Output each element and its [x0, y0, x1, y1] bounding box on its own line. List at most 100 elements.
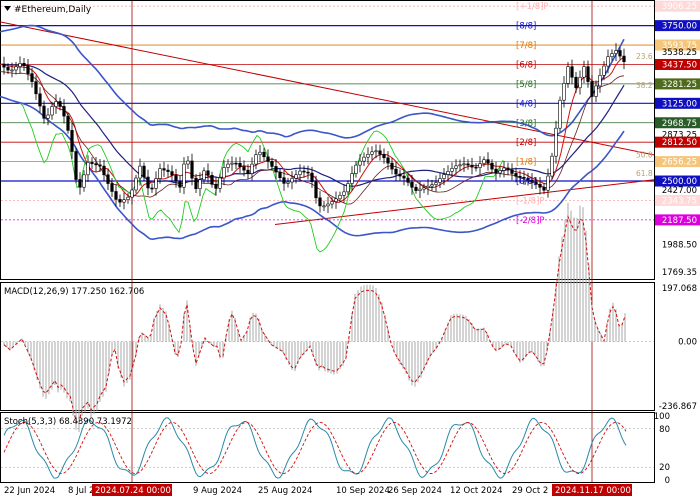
candle-body: [378, 150, 382, 155]
candle-body: [442, 174, 446, 179]
candle-body: [226, 163, 230, 168]
candle-body: [114, 191, 118, 200]
candle-body: [342, 191, 346, 196]
price-axis-label: 2427.00: [662, 186, 697, 196]
candle-body: [370, 151, 374, 155]
candle-body: [238, 162, 242, 167]
candle-body: [358, 160, 362, 166]
candle-body: [118, 199, 122, 203]
time-axis-label: 22 Jun 2024: [4, 486, 55, 496]
candle-body: [314, 181, 318, 199]
time-cursor-label: 2024.07.24 00:00: [95, 486, 171, 496]
murrey-level-label: [-1/8]P: [516, 196, 545, 206]
candle-body: [462, 163, 466, 166]
candle-body: [126, 196, 130, 200]
time-axis-label: 8 Jul 2: [68, 486, 94, 496]
candle-body: [110, 183, 114, 192]
candle-body: [258, 151, 262, 155]
candle-body: [158, 168, 162, 179]
candle-body: [354, 164, 358, 174]
candle-body: [18, 63, 22, 67]
candle-body: [426, 185, 430, 188]
candle-body: [350, 173, 354, 184]
price-axis-label: 2812.50: [662, 138, 697, 148]
candle-body: [386, 157, 390, 164]
candle-body: [310, 172, 314, 182]
candle-body: [614, 50, 618, 54]
candle-body: [498, 170, 502, 174]
candle-body: [502, 167, 506, 171]
candle-body: [610, 53, 614, 58]
candle-body: [406, 177, 410, 183]
candle-body: [570, 66, 574, 78]
candle-body: [202, 170, 206, 181]
candle-body: [454, 165, 458, 169]
candle-body: [490, 162, 494, 170]
candle-body: [90, 162, 94, 164]
candle-body: [602, 65, 606, 76]
candle-body: [62, 106, 66, 117]
price-axis-label: 3281.25: [662, 80, 697, 90]
candle-body: [402, 175, 406, 179]
price-axis-label: 3538.25: [662, 48, 697, 58]
candle-body: [322, 205, 326, 208]
candle-body: [622, 55, 626, 62]
candle-body: [382, 153, 386, 159]
macd-axis-label: 197.068: [662, 284, 697, 294]
candle-body: [50, 106, 54, 116]
candle-body: [542, 186, 546, 191]
candle-body: [198, 179, 202, 190]
candle-body: [54, 101, 58, 107]
price-axis-label: 3750.00: [662, 22, 697, 32]
candle-body: [278, 171, 282, 179]
fibonacci-label: 50.0: [636, 150, 653, 159]
candle-body: [46, 114, 50, 119]
candle-body: [346, 183, 350, 193]
candle-body: [306, 171, 310, 174]
candle-body: [262, 151, 266, 158]
time-axis-label: 9 Aug 2024: [193, 486, 242, 496]
candle-body: [586, 66, 590, 82]
candle-body: [438, 178, 442, 183]
candle-body: [558, 99, 562, 129]
candle-body: [566, 66, 570, 84]
price-axis-label: 2656.25: [662, 158, 697, 168]
price-axis-label: 2968.75: [662, 119, 697, 129]
candle-body: [82, 174, 86, 188]
candle-body: [574, 76, 578, 89]
candle-body: [146, 176, 150, 189]
candle-body: [122, 199, 126, 203]
stoch-title: Stoch(5,3,3) 68.4390 73.1972: [4, 417, 132, 427]
time-cursor-label: 2024.11.17 00:00: [555, 486, 631, 496]
candle-body: [182, 163, 186, 188]
candle-body: [30, 73, 34, 82]
stoch-axis-label: 0: [665, 476, 670, 486]
candle-body: [482, 159, 486, 164]
candle-body: [222, 167, 226, 179]
candle-body: [254, 154, 258, 165]
candle-body: [106, 174, 110, 184]
candle-body: [294, 174, 298, 179]
fibonacci-label: 61.8: [636, 169, 653, 178]
candle-body: [218, 177, 222, 189]
candle-body: [562, 83, 566, 101]
price-axis-label: 2187.50: [662, 216, 697, 226]
candle-body: [242, 166, 246, 171]
candle-body: [582, 66, 586, 78]
macd-title: MACD(12,26,9) 177.250 162.706: [4, 287, 144, 297]
candle-body: [58, 101, 62, 107]
candle-body: [154, 178, 158, 189]
time-axis: 22 Jun 2024 8 Jul 2 9 Aug 2024 25 Aug 2024 1…: [4, 484, 632, 496]
murrey-level-label: [2/8]: [516, 138, 536, 148]
chart-title: #Ethereum,Daily: [14, 5, 92, 15]
candle-body: [230, 162, 234, 165]
candle-body: [170, 171, 174, 176]
candle-body: [266, 156, 270, 162]
candle-body: [66, 115, 70, 131]
trading-chart[interactable]: [+1/8]P [8/8] [7/8] [6/8] [5/8] [4/8] [3/8] [2/…: [0, 0, 700, 500]
candle-body: [318, 197, 322, 207]
candle-body: [282, 177, 286, 184]
price-axis: 3906.253750.003593.753538.253437.503281.…: [655, 0, 700, 278]
candle-body: [78, 179, 82, 188]
candle-body: [74, 151, 78, 180]
